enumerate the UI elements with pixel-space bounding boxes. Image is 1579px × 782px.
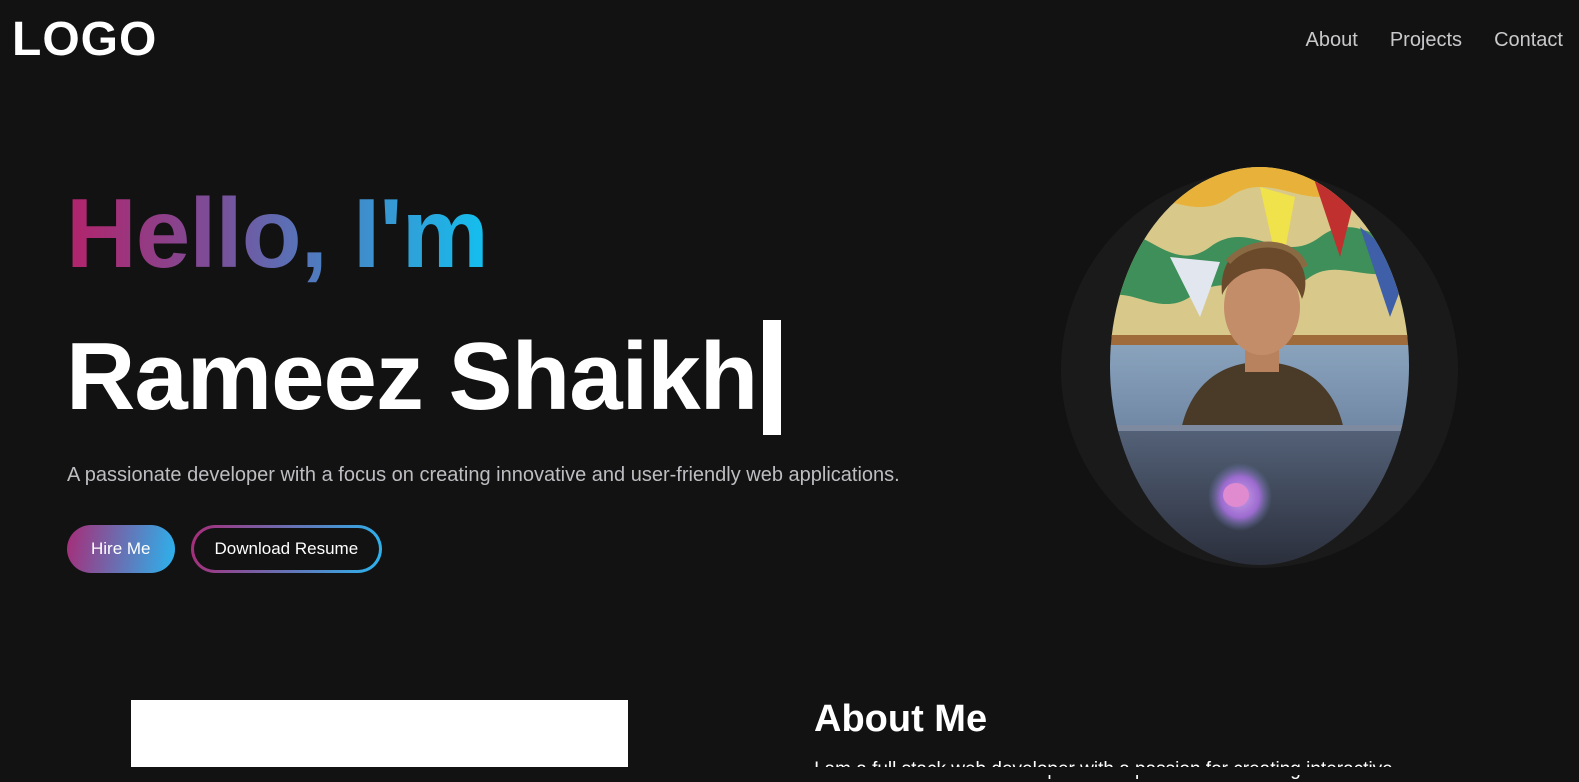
download-resume-label: Download Resume xyxy=(193,528,380,570)
profile-photo-illustration xyxy=(1110,167,1409,565)
nav-link-contact[interactable]: Contact xyxy=(1494,28,1563,52)
about-image xyxy=(131,700,628,775)
site-logo[interactable]: LOGO xyxy=(12,14,157,66)
hero-greeting: Hello, I'm xyxy=(66,178,489,288)
hero-name: Rameez Shaikh xyxy=(66,323,758,430)
nav-link-projects[interactable]: Projects xyxy=(1390,28,1462,52)
typing-cursor xyxy=(763,319,782,435)
hero-name-row: Rameez Shaikh xyxy=(66,318,782,436)
hero-actions: Hire Me Download Resume xyxy=(67,525,383,573)
nav-link-about[interactable]: About xyxy=(1306,28,1358,52)
hire-me-button[interactable]: Hire Me xyxy=(67,525,175,573)
download-resume-button[interactable]: Download Resume xyxy=(190,525,383,573)
about-title: About Me xyxy=(814,698,988,740)
hero-tagline: A passionate developer with a focus on c… xyxy=(67,464,900,486)
main-nav: About Projects Contact xyxy=(1306,28,1563,52)
profile-photo xyxy=(1110,167,1409,565)
bottom-edge xyxy=(0,767,1579,775)
